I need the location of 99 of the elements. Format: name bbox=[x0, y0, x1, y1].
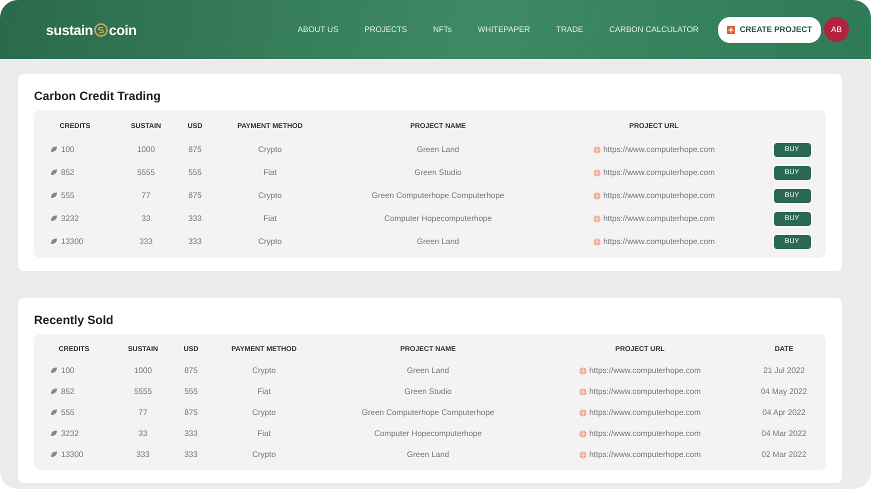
table-cell-text: 875 bbox=[183, 366, 199, 375]
table-cell-text: 875 bbox=[187, 145, 203, 154]
project-link[interactable]: https://www.computerhope.com bbox=[603, 168, 715, 177]
leaf-icon bbox=[50, 430, 58, 437]
table-cell-text: 1000 bbox=[133, 366, 153, 375]
table-cell-text: Computer Hopecomputerhope bbox=[383, 214, 493, 223]
date-cell-text: 02 Mar 2022 bbox=[760, 450, 808, 459]
logo-text[interactable]: coin bbox=[108, 22, 137, 38]
section-title: Recently Sold bbox=[34, 313, 114, 327]
table-cell-text: Fiat bbox=[256, 429, 272, 438]
table-cell-text: 33 bbox=[140, 214, 152, 223]
credits-value: 852 bbox=[61, 168, 74, 177]
credits-value: 13300 bbox=[61, 450, 84, 459]
globe-icon bbox=[593, 214, 602, 222]
nav-link[interactable]: NFTs bbox=[420, 21, 465, 38]
table-cell-text: 555 bbox=[183, 387, 199, 396]
table-cell-text: Crypto bbox=[257, 237, 283, 246]
credits-value: 3232 bbox=[61, 214, 79, 223]
table-cell-text: 5555 bbox=[136, 168, 156, 177]
table-cell-text: 333 bbox=[183, 450, 199, 459]
table-cell-text: Crypto bbox=[257, 145, 283, 154]
nav-link[interactable]: WHITEPAPER bbox=[464, 21, 544, 38]
table-cell-text: Green Land bbox=[416, 145, 460, 154]
globe-icon bbox=[579, 430, 588, 438]
project-link[interactable]: https://www.computerhope.com bbox=[589, 408, 701, 417]
table-cell-text: Computer Hopecomputerhope bbox=[373, 429, 483, 438]
project-link[interactable]: https://www.computerhope.com bbox=[603, 191, 715, 200]
globe-icon bbox=[593, 146, 602, 154]
globe-icon bbox=[593, 238, 602, 246]
date-cell-text: 04 May 2022 bbox=[760, 387, 808, 396]
project-link[interactable]: https://www.computerhope.com bbox=[589, 387, 701, 396]
table-cell-text: Green Land bbox=[406, 450, 450, 459]
table-cell-text: 555 bbox=[187, 168, 203, 177]
leaf-icon bbox=[50, 215, 58, 222]
credits-value: 3232 bbox=[61, 429, 79, 438]
table-cell-text: Green Land bbox=[406, 366, 450, 375]
table-cell-text: 333 bbox=[187, 237, 203, 246]
table-cell-text: Green Computerhope Computerhope bbox=[370, 191, 506, 200]
table-cell-text: Fiat bbox=[262, 214, 278, 223]
table-cell-text: 333 bbox=[183, 429, 199, 438]
table-cell-text: 333 bbox=[138, 237, 154, 246]
table-cell-text: 875 bbox=[187, 191, 203, 200]
table-cell-text: 77 bbox=[140, 191, 152, 200]
leaf-icon bbox=[50, 238, 58, 245]
credits-value: 852 bbox=[61, 387, 74, 396]
globe-icon bbox=[579, 388, 588, 396]
table-cell-text: Green Studio bbox=[413, 168, 463, 177]
coin-icon bbox=[94, 22, 108, 36]
table-cell-text: 77 bbox=[138, 408, 148, 417]
table-cell-text: Crypto bbox=[251, 408, 277, 417]
project-icon bbox=[726, 26, 735, 34]
credits-value: 555 bbox=[61, 408, 74, 417]
table-cell-text: Fiat bbox=[262, 168, 278, 177]
table-cell-text: Crypto bbox=[257, 191, 283, 200]
table-cell-text: 5555 bbox=[133, 387, 153, 396]
nav-link[interactable]: ABOUT US bbox=[284, 21, 352, 38]
leaf-icon bbox=[50, 388, 58, 395]
table-cell-text: 33 bbox=[138, 429, 148, 438]
leaf-icon bbox=[50, 367, 58, 374]
credits-value: 100 bbox=[61, 366, 74, 375]
nav-link[interactable]: CARBON CALCULATOR bbox=[596, 21, 712, 38]
table-cell-text: Fiat bbox=[256, 387, 272, 396]
table-cell-text: 333 bbox=[187, 214, 203, 223]
project-link[interactable]: https://www.computerhope.com bbox=[589, 450, 701, 459]
date-cell-text: 04 Apr 2022 bbox=[761, 408, 807, 417]
nav-link[interactable]: TRADE bbox=[543, 21, 596, 38]
date-cell-text: 21 Jul 2022 bbox=[762, 366, 806, 375]
create-project-button[interactable]: CREATE PROJECT bbox=[718, 16, 821, 42]
leaf-icon bbox=[50, 409, 58, 416]
leaf-icon bbox=[50, 169, 58, 176]
credits-value: 100 bbox=[61, 145, 74, 154]
table-cell-text: Green Computerhope Computerhope bbox=[360, 408, 496, 417]
globe-icon bbox=[579, 450, 588, 458]
table-cell-text: 333 bbox=[135, 450, 151, 459]
leaf-icon bbox=[50, 451, 58, 458]
project-link[interactable]: https://www.computerhope.com bbox=[589, 429, 701, 438]
nav-link[interactable]: PROJECTS bbox=[351, 21, 420, 38]
globe-icon bbox=[579, 366, 588, 374]
globe-icon bbox=[579, 408, 588, 416]
project-link[interactable]: https://www.computerhope.com bbox=[603, 237, 715, 246]
table-cell-text: Green Land bbox=[416, 237, 460, 246]
project-link[interactable]: https://www.computerhope.com bbox=[603, 214, 715, 223]
table-cell-text: Green Studio bbox=[403, 387, 453, 396]
globe-icon bbox=[593, 168, 602, 176]
table-cell-text: 875 bbox=[183, 408, 199, 417]
user-avatar[interactable]: AB bbox=[824, 17, 849, 42]
leaf-icon bbox=[50, 146, 58, 153]
project-link[interactable]: https://www.computerhope.com bbox=[603, 145, 715, 154]
logo-text[interactable]: sustain bbox=[46, 22, 93, 38]
section-title: Carbon Credit Trading bbox=[34, 89, 162, 103]
date-cell-text: 04 Mar 2022 bbox=[760, 429, 808, 438]
globe-icon bbox=[593, 192, 602, 200]
table-cell-text: Crypto bbox=[251, 366, 277, 375]
table-cell-text: Crypto bbox=[251, 450, 277, 459]
credits-value: 555 bbox=[61, 191, 74, 200]
credits-value: 13300 bbox=[61, 237, 84, 246]
table-cell-text: 1000 bbox=[136, 145, 156, 154]
project-link[interactable]: https://www.computerhope.com bbox=[589, 366, 701, 375]
leaf-icon bbox=[50, 192, 58, 199]
